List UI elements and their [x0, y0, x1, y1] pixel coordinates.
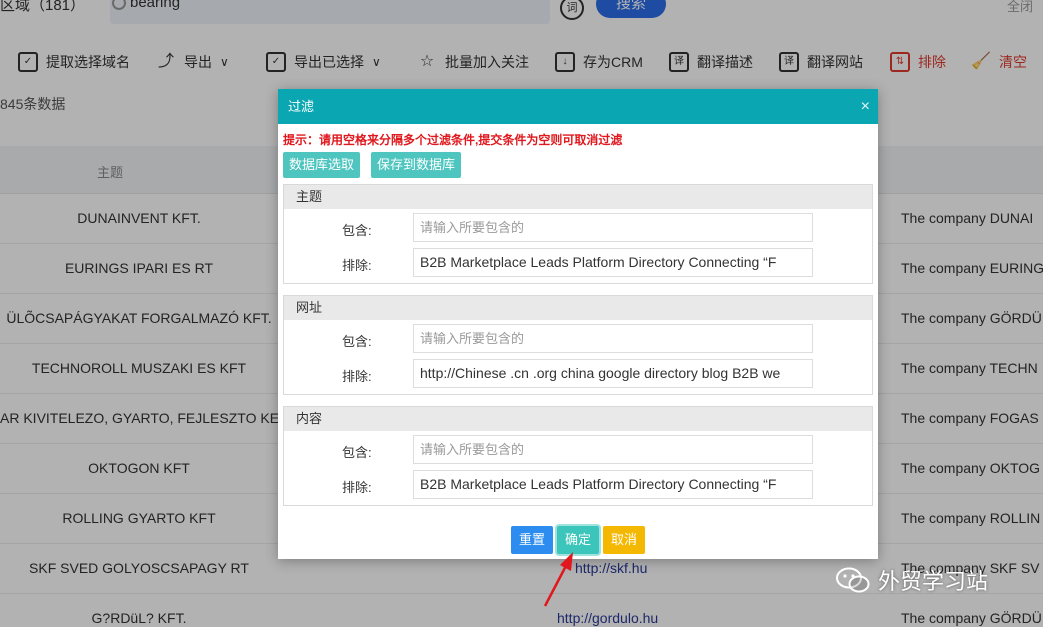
watermark: 外贸学习站 — [836, 564, 988, 596]
watermark-text: 外贸学习站 — [878, 569, 989, 594]
arrow-head — [560, 552, 573, 571]
annotation-arrow — [543, 552, 573, 607]
arrow-shaft — [543, 561, 570, 607]
wechat-icon — [836, 567, 870, 593]
